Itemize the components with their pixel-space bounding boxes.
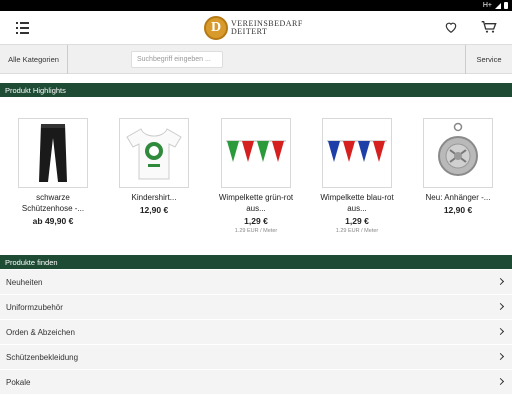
hamburger-menu-icon[interactable] [16,22,29,34]
signal-icon [495,2,501,9]
product-image [221,118,291,188]
brand-logo[interactable]: D VEREINSBEDARF DEITERT [204,15,303,41]
status-bar: H+ [0,0,512,11]
chevron-right-icon [496,302,505,311]
product-name: Wimpelkette blau-rot aus... [320,193,394,213]
category-item-neuheiten[interactable]: Neuheiten [0,270,512,295]
product-card[interactable]: Kindershirt... 12,90 € [109,118,199,215]
highlights-header: Produkt Highlights [0,83,512,97]
app-header: D VEREINSBEDARF DEITERT [0,11,512,45]
chevron-right-icon [496,352,505,361]
products-finder-header: Produkte finden [0,255,512,269]
product-price: 12,90 € [443,205,473,215]
all-categories-button[interactable]: Alle Kategorien [0,45,68,74]
service-button[interactable]: Service [465,45,512,74]
chevron-right-icon [496,327,505,336]
navigation-bar: Alle Kategorien Suchbegriff eingeben ...… [0,45,512,74]
product-price: 1,29 € [244,216,268,226]
unit-price: 1.29 EUR / Meter [234,228,278,234]
product-card[interactable]: Wimpelkette blau-rot aus... 1,29 € 1.29 … [312,118,402,234]
wishlist-heart-icon[interactable] [444,20,458,34]
product-price: 12,90 € [139,205,169,215]
category-item-orden-abzeichen[interactable]: Orden & Abzeichen [0,320,512,345]
product-image [18,118,88,188]
product-price: ab 49,90 € [32,216,74,226]
product-card[interactable]: Wimpelkette grün-rot aus... 1,29 € 1.29 … [211,118,301,234]
product-price: 1,29 € [345,216,369,226]
product-highlights: schwarze Schützenhose -... ab 49,90 € Ki… [0,97,512,249]
logo-emblem: D [204,16,228,40]
product-name: Wimpelkette grün-rot aus... [218,193,294,213]
product-card[interactable]: schwarze Schützenhose -... ab 49,90 € [8,118,98,226]
logo-line-2: DEITERT [231,27,268,36]
product-image [119,118,189,188]
product-name: Neu: Anhänger -... [425,193,491,202]
product-name: Kindershirt... [131,193,177,202]
chevron-right-icon [496,277,505,286]
category-item-schuetzenbekleidung[interactable]: Schützenbekleidung [0,345,512,370]
category-item-pokale[interactable]: Pokale [0,370,512,395]
product-image [322,118,392,188]
category-list: Neuheiten Uniformzubehör Orden & Abzeich… [0,270,512,395]
category-item-uniformzubehoer[interactable]: Uniformzubehör [0,295,512,320]
product-name: schwarze Schützenhose -... [21,193,85,213]
battery-icon [504,2,508,9]
product-card[interactable]: Neu: Anhänger -... 12,90 € [413,118,503,215]
unit-price: 1.29 EUR / Meter [335,228,379,234]
search-input[interactable]: Suchbegriff eingeben ... [131,51,223,68]
product-image [423,118,493,188]
shopping-cart-icon[interactable] [481,20,497,34]
network-indicator: H+ [482,2,492,9]
